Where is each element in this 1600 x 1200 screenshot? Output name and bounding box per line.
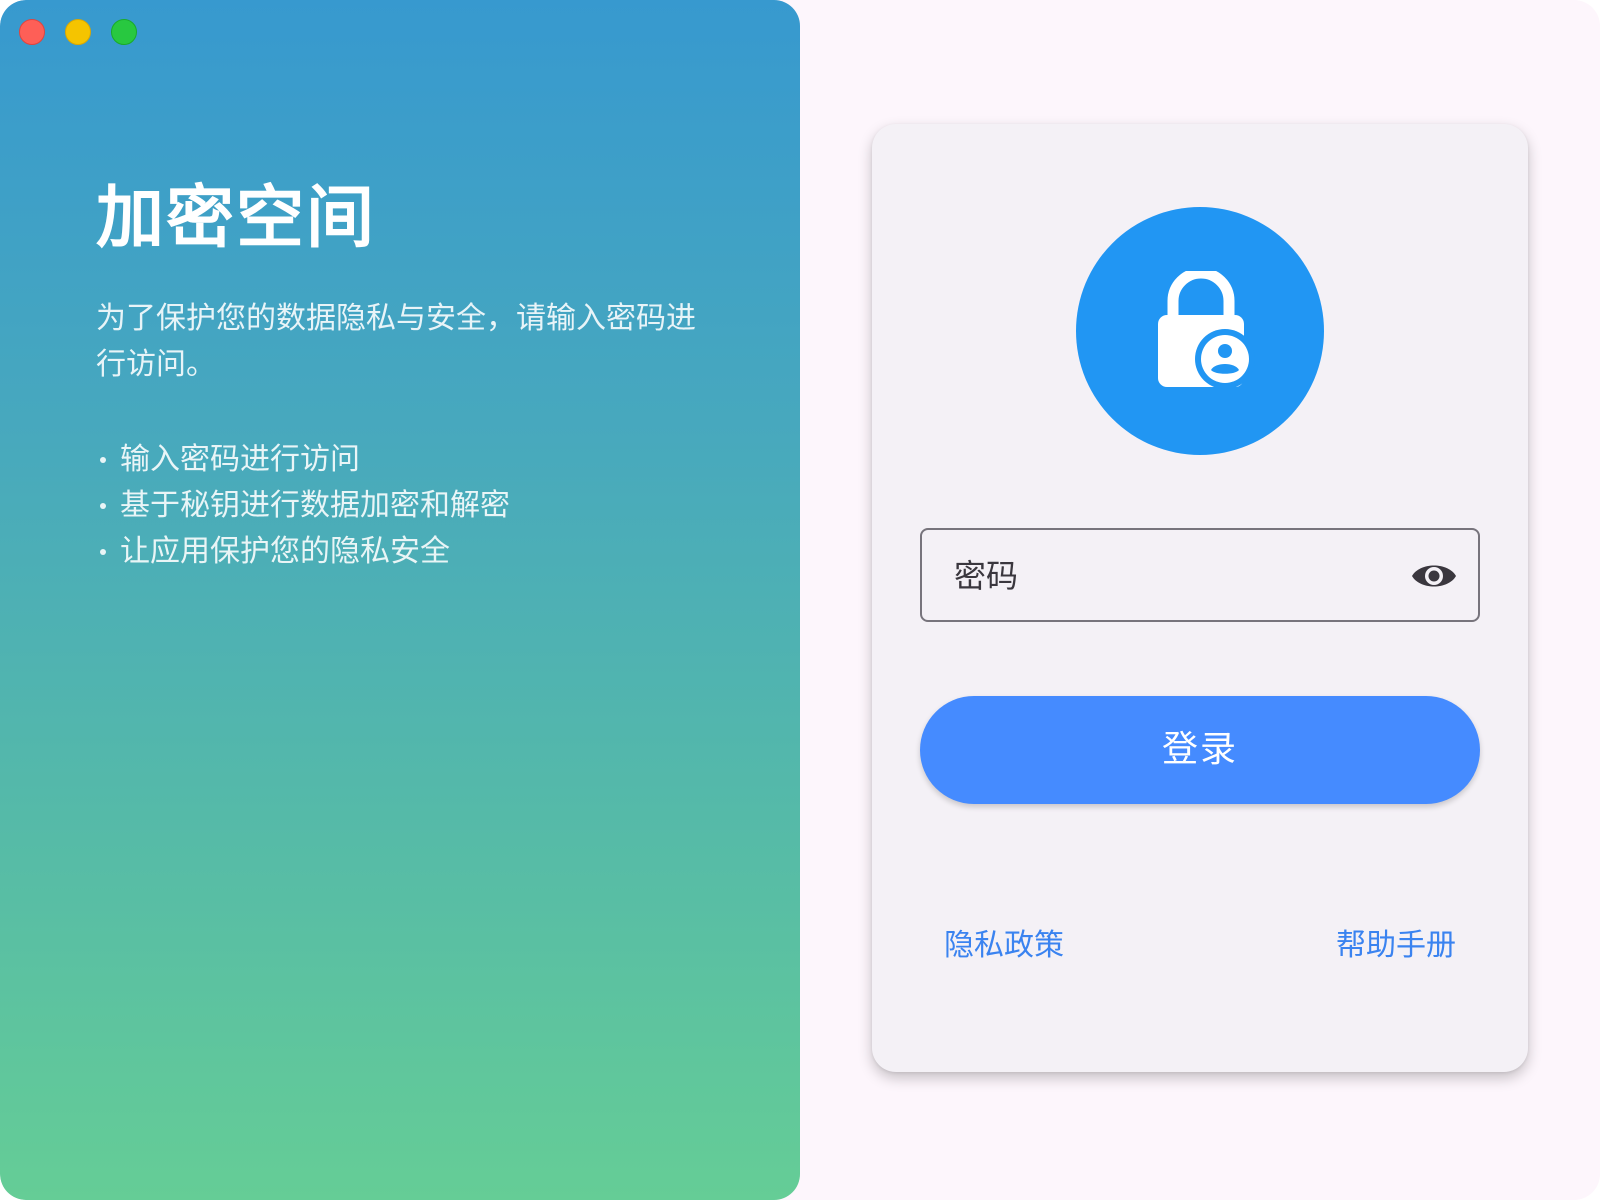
login-card: 密码 登录 隐私政策 帮助手册 (872, 124, 1528, 1072)
bullet-dot-icon (100, 457, 106, 463)
lock-avatar (1076, 207, 1324, 455)
privacy-policy-link[interactable]: 隐私政策 (944, 926, 1064, 966)
eye-icon[interactable] (1410, 558, 1458, 594)
minimize-window-button[interactable] (65, 19, 91, 45)
feature-item-text: 输入密码进行访问 (120, 442, 360, 477)
feature-item: 让应用保护您的隐私安全 (96, 529, 510, 575)
bullet-dot-icon (100, 503, 106, 509)
password-label: 密码 (954, 557, 1019, 595)
feature-item: 基于秘钥进行数据加密和解密 (96, 483, 510, 529)
login-button[interactable]: 登录 (920, 696, 1480, 804)
intro-panel: 加密空间 为了保护您的数据隐私与安全，请输入密码进行访问。 输入密码进行访问 基… (0, 0, 800, 1200)
lock-person-icon (1158, 271, 1255, 389)
close-window-button[interactable] (19, 19, 45, 45)
feature-item-text: 基于秘钥进行数据加密和解密 (120, 488, 510, 523)
password-field[interactable]: 密码 (920, 528, 1480, 622)
page-title: 加密空间 (96, 179, 377, 258)
feature-list: 输入密码进行访问 基于秘钥进行数据加密和解密 让应用保护您的隐私安全 (96, 437, 510, 575)
intro-description: 为了保护您的数据隐私与安全，请输入密码进行访问。 (96, 301, 696, 382)
bullet-dot-icon (100, 549, 106, 555)
maximize-window-button[interactable] (111, 19, 137, 45)
feature-item: 输入密码进行访问 (96, 437, 510, 483)
feature-item-text: 让应用保护您的隐私安全 (120, 534, 450, 569)
help-manual-link[interactable]: 帮助手册 (1336, 926, 1456, 966)
app-window: 加密空间 为了保护您的数据隐私与安全，请输入密码进行访问。 输入密码进行访问 基… (0, 0, 1600, 1200)
